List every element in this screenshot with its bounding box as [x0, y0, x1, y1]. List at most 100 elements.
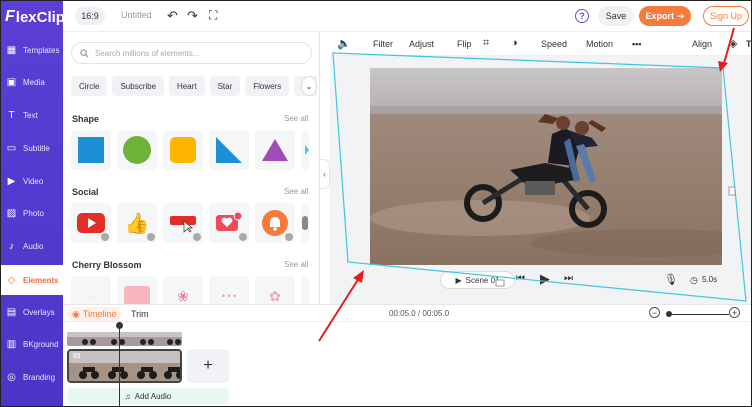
search-input[interactable] — [95, 48, 295, 58]
arrow-right-icon: ➔ — [676, 10, 685, 21]
layers-icon[interactable]: ◈ — [729, 37, 737, 50]
text-tool-icon[interactable]: T — [746, 39, 751, 49]
chip-subscribe[interactable]: Subscribe — [112, 76, 165, 96]
canvas-area: ▶ Scene 01 ⏮ ▶ ⏭ 🎙 ◷ 5.0s — [330, 56, 751, 304]
sidebar-item-branding[interactable]: ◎ Branding — [1, 362, 63, 392]
blossom-tile-5[interactable]: ✿ — [255, 276, 295, 304]
scene-label: Scene 01 — [465, 275, 500, 285]
chip-star[interactable]: Star — [209, 76, 241, 96]
shape-right-triangle-tile[interactable] — [209, 130, 249, 170]
blossom-branch-icon: ❀ — [177, 287, 189, 304]
align-button[interactable]: Align — [692, 39, 712, 49]
blossom-tile-1[interactable]: · · · — [71, 276, 111, 304]
social-row: 👍 — [71, 203, 309, 243]
fullscreen-icon[interactable]: ⛶ — [209, 8, 217, 23]
color-icon[interactable]: ◑ — [511, 37, 518, 49]
shape-triangle-tile[interactable] — [255, 130, 295, 170]
timeline-body: 01 + ♫ Add Audio — [63, 322, 751, 406]
blossom-tile-4[interactable]: • • • — [209, 276, 249, 304]
blossom-partial-tile[interactable] — [301, 276, 309, 304]
elements-icon: ◇ — [7, 274, 16, 286]
chip-flowers[interactable]: Flowers — [245, 76, 290, 96]
sidebar-item-bkground[interactable]: ▥ BKground — [1, 329, 63, 359]
zoom-slider-track[interactable] — [671, 314, 729, 315]
social-youtube-tile[interactable] — [71, 203, 111, 243]
sign-up-button[interactable]: Sign Up — [703, 6, 749, 26]
sidebar-item-overlays[interactable]: ▤ Overlays — [1, 297, 63, 327]
adjust-button[interactable]: Adjust — [409, 39, 434, 49]
collapse-panel-button[interactable]: ‹ — [320, 159, 330, 189]
sidebar-item-audio[interactable]: ♪ Audio — [1, 231, 63, 261]
sidebar-item-label: Media — [23, 77, 45, 87]
playhead-line[interactable] — [119, 322, 120, 406]
motion-button[interactable]: Motion — [586, 39, 613, 49]
play-icon[interactable]: ▶ — [540, 271, 550, 287]
shape-circle-tile[interactable] — [117, 130, 157, 170]
social-subscribe-tile[interactable] — [163, 203, 203, 243]
zoom-out-button[interactable]: − — [649, 307, 660, 318]
blossom-tile-3[interactable]: ❀ — [163, 276, 203, 304]
project-title[interactable]: Untitled — [121, 10, 152, 20]
more-options-icon[interactable]: ••• — [632, 39, 641, 49]
see-all-cherry-blossom-link[interactable]: See all — [284, 260, 308, 269]
sidebar-item-photo[interactable]: ▨ Photo — [1, 198, 63, 228]
crop-icon[interactable]: ⌗ — [483, 37, 489, 50]
blossom-flower-icon: ✿ — [269, 287, 281, 304]
shape-square-tile[interactable] — [71, 130, 111, 170]
blossom-texture-icon — [124, 286, 150, 304]
chip-heart[interactable]: Heart — [169, 76, 205, 96]
premium-badge-icon — [285, 233, 293, 241]
export-label: Export — [645, 11, 674, 21]
sidebar-item-subtitle[interactable]: ▭ Subtitle — [1, 133, 63, 163]
save-button[interactable]: Save — [598, 6, 634, 26]
zoom-slider-handle[interactable] — [666, 311, 672, 317]
cherry-blossom-row: · · · ❀ • • • ✿ — [71, 276, 309, 304]
shape-rounded-square-tile[interactable] — [163, 130, 203, 170]
shape-row — [71, 130, 309, 170]
skip-forward-icon[interactable]: ⏭ — [564, 273, 573, 284]
add-audio-button[interactable]: ♫ Add Audio — [67, 388, 229, 404]
shape-partial-tile[interactable] — [301, 130, 309, 170]
templates-icon: ▦ — [6, 44, 17, 56]
right-triangle-shape — [216, 137, 242, 163]
sidebar-item-templates[interactable]: ▦ Templates — [1, 35, 63, 65]
video-track-strip[interactable] — [67, 332, 182, 346]
undo-icon[interactable]: ↶ — [167, 8, 178, 24]
social-heart-notification-tile[interactable] — [209, 203, 249, 243]
social-bell-tile[interactable] — [255, 203, 295, 243]
timeline-icon: ◉ — [72, 308, 80, 319]
skip-back-icon[interactable]: ⏮ — [516, 273, 525, 284]
sidebar-item-video[interactable]: ▶ Video — [1, 166, 63, 196]
chips-next-button[interactable]: ⌄ — [301, 76, 317, 96]
video-preview[interactable] — [370, 68, 722, 265]
tab-trim[interactable]: Trim — [131, 307, 149, 321]
sidebar-item-elements[interactable]: ◇ Elements — [1, 265, 63, 295]
see-all-shape-link[interactable]: See all — [284, 114, 308, 123]
tab-timeline[interactable]: ◉ Timeline — [67, 307, 122, 321]
background-icon: ▥ — [6, 338, 17, 350]
scene-clip[interactable]: 01 — [67, 349, 182, 383]
motorcycle-riders-video — [370, 68, 722, 265]
filter-button[interactable]: Filter — [373, 39, 393, 49]
aspect-ratio-button[interactable]: 16:9 — [75, 7, 105, 25]
social-thumbs-up-tile[interactable]: 👍 — [117, 203, 157, 243]
blossom-tile-2[interactable] — [117, 276, 157, 304]
zoom-in-button[interactable]: + — [729, 307, 740, 318]
social-partial-tile[interactable] — [301, 203, 309, 243]
export-button[interactable]: Export ➔ — [639, 6, 691, 26]
help-icon[interactable]: ? — [575, 9, 589, 23]
sidebar-item-media[interactable]: ▣ Media — [1, 67, 63, 97]
chip-circle[interactable]: Circle — [71, 76, 108, 96]
search-box[interactable] — [71, 42, 312, 64]
speed-button[interactable]: Speed — [541, 39, 567, 49]
flexclip-logo[interactable]: FlexClip — [1, 1, 65, 33]
flip-button[interactable]: Flip — [457, 39, 472, 49]
sidebar-item-text[interactable]: T Text — [1, 100, 63, 130]
redo-icon[interactable]: ↷ — [187, 8, 198, 24]
volume-icon[interactable]: 🔈 — [337, 37, 351, 50]
microphone-icon[interactable]: 🎙 — [664, 273, 678, 286]
see-all-social-link[interactable]: See all — [284, 187, 308, 196]
audio-icon: ♪ — [9, 240, 14, 252]
add-scene-button[interactable]: + — [187, 349, 229, 383]
scene-selector[interactable]: ▶ Scene 01 — [440, 271, 515, 289]
